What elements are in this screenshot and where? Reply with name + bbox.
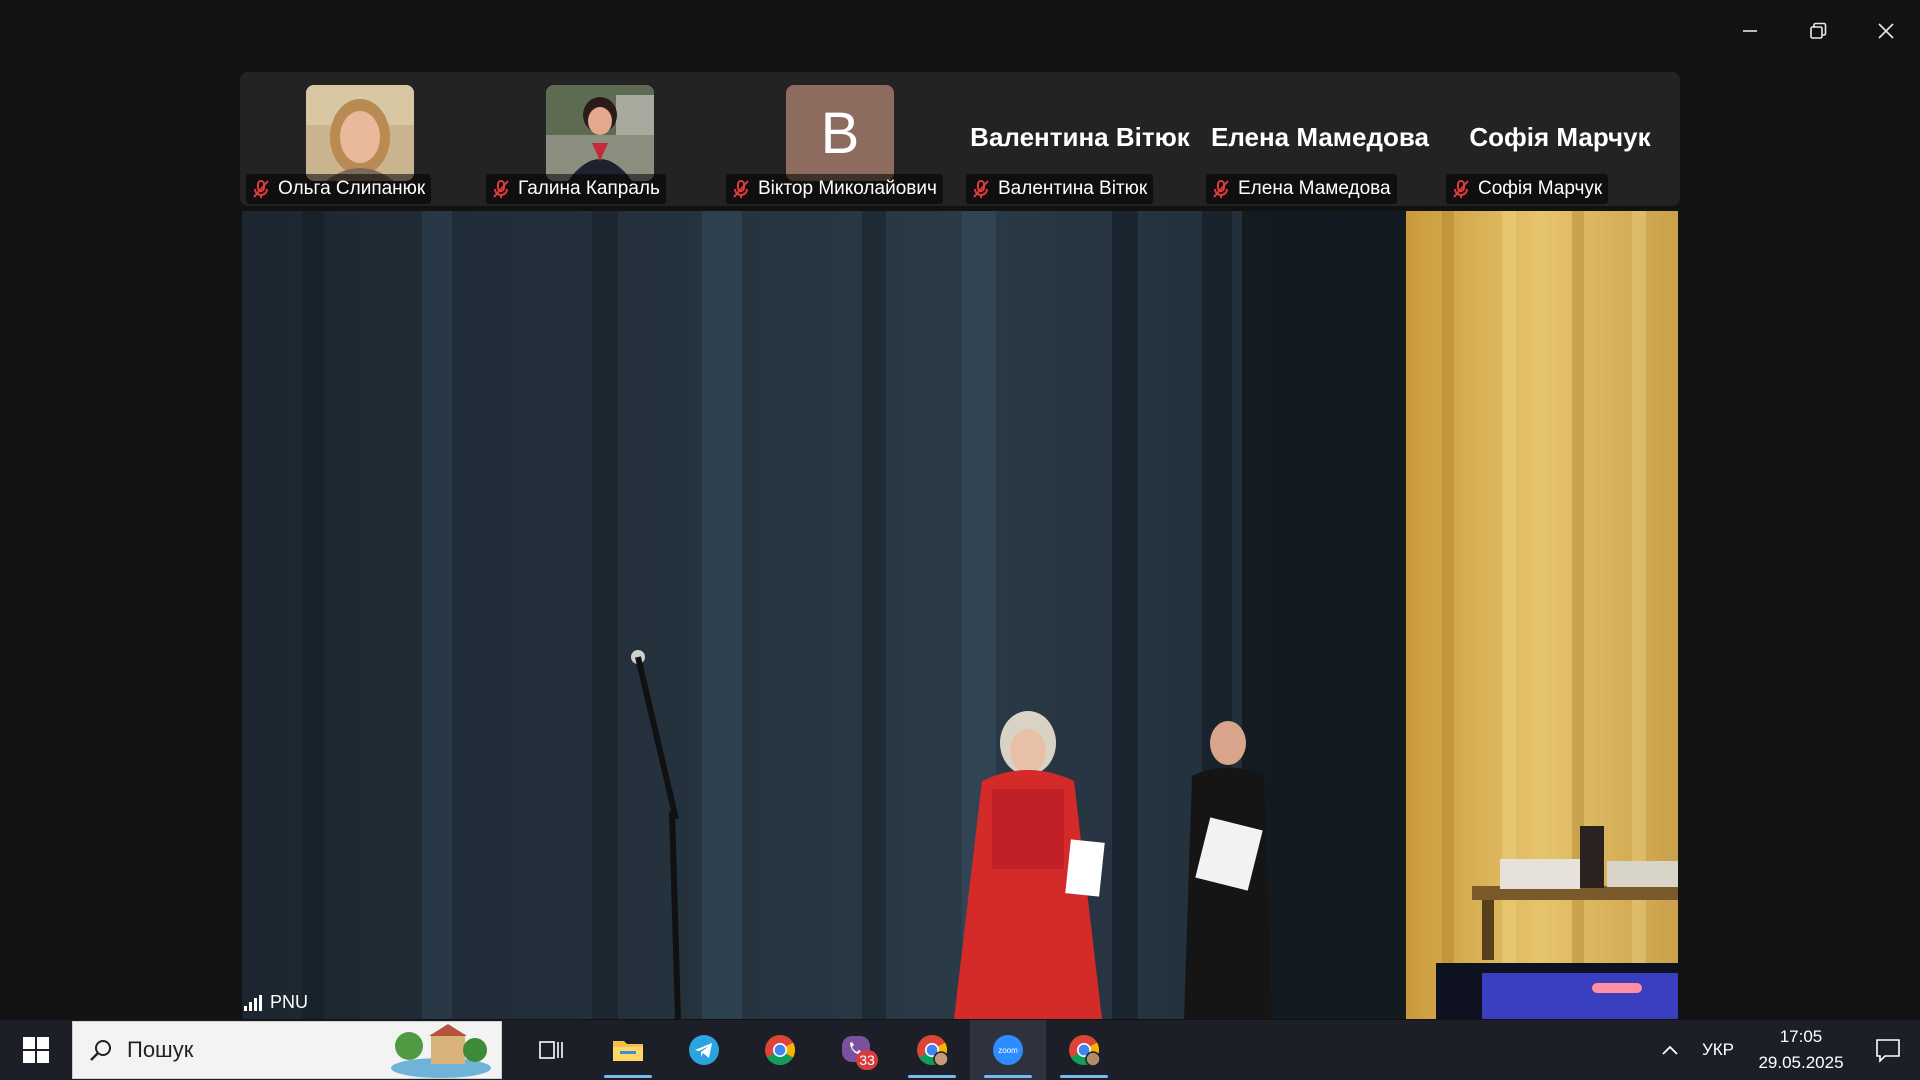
telegram-button[interactable]: [666, 1020, 742, 1080]
muted-mic-icon: [1213, 180, 1229, 198]
clock-time: 17:05: [1779, 1027, 1823, 1046]
window-controls: [1716, 0, 1920, 62]
participant-tile[interactable]: Валентина Вітюк Валентина Вітюк: [960, 72, 1200, 206]
notification-icon: [1876, 1039, 1900, 1063]
muted-mic-icon: [733, 180, 749, 198]
active-speaker-label: PNU: [244, 992, 308, 1013]
muted-mic-icon: [1453, 180, 1469, 198]
muted-mic-icon: [253, 180, 269, 198]
participant-tile[interactable]: Софія Марчук Софія Марчук: [1440, 72, 1680, 206]
muted-mic-icon: [493, 180, 509, 198]
zoom-icon-label: zoom: [998, 1046, 1018, 1055]
signal-strength-icon: [244, 994, 262, 1011]
participant-display-name: Елена Мамедова: [1211, 122, 1429, 152]
close-icon: [1878, 23, 1894, 39]
participant-display-name: Валентина Вітюк: [970, 122, 1190, 152]
task-view-button[interactable]: [514, 1020, 590, 1080]
file-explorer-button[interactable]: [590, 1020, 666, 1080]
participant-name: Валентина Вітюк: [998, 178, 1148, 199]
participant-tile[interactable]: B Віктор Миколайович: [720, 72, 960, 206]
restore-icon: [1810, 22, 1827, 39]
participant-name: Галина Капраль: [518, 178, 660, 199]
show-hidden-icons-button[interactable]: [1650, 1044, 1690, 1056]
participant-tile[interactable]: Галина Капраль: [480, 72, 720, 206]
taskbar: Пошук 33 zoom УКР 17:05 29.05.2025: [0, 1020, 1920, 1080]
windows-logo-icon: [23, 1037, 49, 1063]
participant-name-label: Елена Мамедова: [1206, 174, 1397, 204]
muted-mic-icon: [973, 180, 989, 198]
chrome-profile-2-button[interactable]: [1046, 1020, 1122, 1080]
clock[interactable]: 17:05 29.05.2025: [1746, 1024, 1856, 1076]
zoom-icon: zoom: [993, 1035, 1023, 1065]
file-explorer-icon: [613, 1041, 643, 1061]
participant-name-label: Галина Капраль: [486, 174, 666, 204]
viber-button[interactable]: 33: [818, 1020, 894, 1080]
chrome-profile-button[interactable]: [894, 1020, 970, 1080]
participant-video: [306, 85, 414, 181]
participant-name-label: Софія Марчук: [1446, 174, 1609, 204]
search-box[interactable]: Пошук: [72, 1021, 502, 1079]
minimize-icon: [1743, 30, 1757, 32]
main-video[interactable]: [242, 211, 1678, 1019]
restore-button[interactable]: [1784, 0, 1852, 62]
minimize-button[interactable]: [1716, 0, 1784, 62]
participant-name-label: Валентина Вітюк: [966, 174, 1154, 204]
chrome-profile-2-icon: [1069, 1035, 1100, 1066]
clock-date: 29.05.2025: [1758, 1053, 1844, 1072]
search-placeholder: Пошук: [127, 1037, 194, 1062]
start-button[interactable]: [0, 1020, 72, 1080]
task-view-icon: [539, 1041, 563, 1059]
participant-name: Віктор Миколайович: [758, 178, 937, 199]
speaker-name: PNU: [270, 992, 309, 1012]
notification-center-button[interactable]: [1856, 1037, 1920, 1063]
participant-avatar: B: [786, 85, 894, 181]
participant-name-label: Віктор Миколайович: [726, 174, 943, 204]
avatar-letter: B: [820, 100, 860, 166]
participant-name: Софія Марчук: [1478, 178, 1603, 199]
zoom-button[interactable]: zoom: [970, 1020, 1046, 1080]
close-button[interactable]: [1852, 0, 1920, 62]
participant-video: [546, 85, 654, 181]
participant-name: Елена Мамедова: [1238, 178, 1391, 199]
chrome-button[interactable]: [742, 1020, 818, 1080]
language-indicator[interactable]: УКР: [1690, 1040, 1746, 1060]
chevron-up-icon: [1662, 1045, 1678, 1055]
participant-tile[interactable]: Ольга Слипанюк: [240, 72, 480, 206]
participant-display-name: Софія Марчук: [1469, 122, 1651, 152]
system-tray: УКР 17:05 29.05.2025: [1650, 1020, 1920, 1080]
stage-scene-image: [242, 211, 1678, 1019]
notification-badge: 33: [856, 1050, 878, 1070]
participant-tile[interactable]: Елена Мамедова Елена Мамедова: [1200, 72, 1440, 206]
participant-name-label: Ольга Слипанюк: [246, 174, 432, 204]
chrome-icon: [765, 1035, 796, 1066]
telegram-icon: [689, 1035, 719, 1065]
search-highlight-illustration: [391, 1024, 491, 1078]
participant-name: Ольга Слипанюк: [278, 178, 426, 199]
search-icon: [90, 1040, 111, 1061]
chrome-profile-icon: [917, 1035, 948, 1066]
participant-strip: Ольга Слипанюк Галина Капраль B Віктор М…: [240, 72, 1680, 206]
